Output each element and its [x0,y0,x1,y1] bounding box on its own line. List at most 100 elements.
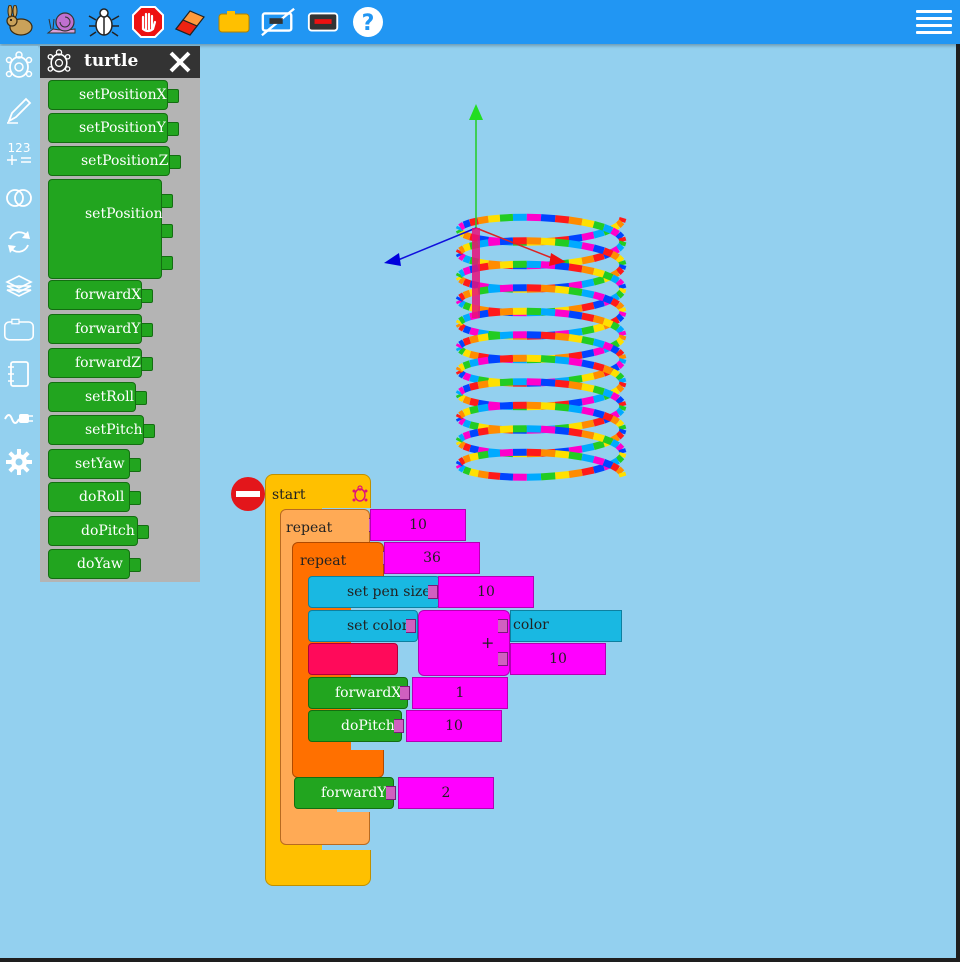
helix-segment [455,439,464,446]
eraser-clear-icon[interactable] [172,4,208,40]
helix-segment [602,390,614,400]
helix-segment [610,415,620,426]
helix-segment [469,217,479,227]
turtle-mouse-icon [352,485,368,507]
rabbit-run-fast-icon[interactable] [2,4,38,40]
helix-drawing [455,213,627,481]
helix-segment [581,255,595,265]
block-forwardX[interactable]: forwardX [48,280,153,310]
block-setYaw[interactable]: setYaw [48,449,141,479]
number-block[interactable]: 10 [406,710,502,742]
helix-segment [610,410,620,421]
helix-segment [602,318,614,328]
helix-segment [487,236,501,245]
number-block[interactable]: 10 [438,576,534,608]
helix-segment [602,343,614,353]
helix-segment [469,334,479,344]
stop-hand-icon[interactable] [130,4,166,40]
helix-segment [618,330,627,337]
block-setPosition[interactable]: setPosition [48,179,173,279]
helix-segment [477,399,489,409]
turtle-palette-icon[interactable] [3,50,35,82]
helix-segment [615,360,625,369]
help-question-icon[interactable]: ? [350,4,386,40]
helix-segment [618,240,627,247]
block-doRoll[interactable]: doRoll [48,482,141,512]
hidden-block[interactable] [308,643,398,675]
helix-segment [455,343,464,349]
helix-segment [615,242,625,252]
collapse-blocks-icon[interactable] [216,4,252,40]
block-doYaw[interactable]: doYaw [48,549,141,579]
helix-segment [581,406,595,416]
helix-segment [499,237,514,246]
set-pen-size-block[interactable]: set pen size [308,576,440,608]
color-block[interactable]: color [510,610,622,642]
helix-segment [618,428,627,435]
helix-segment [610,462,620,473]
number-block[interactable]: 2 [398,777,494,809]
helix-segment [458,221,466,231]
block-doPitch[interactable]: doPitch [48,516,149,546]
helix-segment [458,464,466,473]
doPitch-block[interactable]: doPitch [308,710,402,742]
helix-segment [618,236,627,243]
pen-palette-icon[interactable] [3,94,35,126]
block-label: color [513,617,549,633]
bug-step-debug-icon[interactable] [86,4,122,40]
close-icon[interactable] [166,48,194,76]
block-setPositionX[interactable]: setPositionX [48,80,179,110]
helix-segment [469,240,479,250]
number-block[interactable]: 1 [412,677,508,709]
repeat-label: repeat [300,553,347,569]
helix-segment [469,444,479,454]
boolean-palette-icon[interactable] [3,182,35,214]
number-block[interactable]: 36 [384,542,480,574]
snail-run-slow-icon[interactable] [44,4,80,40]
block-setPositionZ[interactable]: setPositionZ [48,146,181,176]
helix-segment [554,447,570,456]
number-block[interactable]: 10 [510,643,606,675]
sensors-palette-icon[interactable] [3,402,35,434]
helix-segment [540,449,556,458]
helix-segment [487,260,501,269]
block-forwardZ[interactable]: forwardZ [48,348,153,378]
helix-segment [610,344,620,355]
helix-segment [581,383,595,393]
block-setPositionY[interactable]: setPositionY [48,113,179,143]
flow-palette-icon[interactable] [3,226,35,258]
palette-flyout: setPositionX setPositionY setPositionZ s… [40,78,200,582]
block-forwardY[interactable]: forwardY [48,314,153,344]
block-label: forwardZ [75,355,142,371]
helix-segment [602,437,614,447]
forwardX-block[interactable]: forwardX [308,677,408,709]
helix-segment [568,381,583,390]
helix-segment [455,437,464,443]
block-setPitch[interactable]: setPitch [48,415,155,445]
helix-segment [581,396,595,406]
helix-segment [618,260,627,267]
hide-blocks-icon[interactable] [260,4,296,40]
helix-segment [469,452,479,462]
main-menu-icon[interactable] [916,6,952,38]
helix-segment [487,308,501,317]
helix-segment [581,242,595,252]
extras-palette-icon[interactable] [3,358,35,390]
helix-segment [610,245,620,256]
helix-segment [458,346,466,356]
action-palette-icon[interactable] [3,314,35,346]
plus-block[interactable]: + [418,610,510,676]
settings-gear-icon[interactable] [3,446,35,478]
delete-blocks-icon[interactable] [306,4,342,40]
numbers-palette-icon[interactable]: 123 [3,138,35,170]
helix-segment [618,424,627,431]
forwardY-block[interactable]: forwardY [294,777,394,809]
block-setRoll[interactable]: setRoll [48,382,147,412]
number-block[interactable]: 10 [370,509,466,541]
box-palette-icon[interactable] [3,270,35,302]
helix-segment [592,385,605,396]
remove-icon[interactable] [231,477,265,511]
helix-segment [618,354,627,361]
helix-segment [477,446,489,456]
set-color-block[interactable]: set color [308,610,418,642]
